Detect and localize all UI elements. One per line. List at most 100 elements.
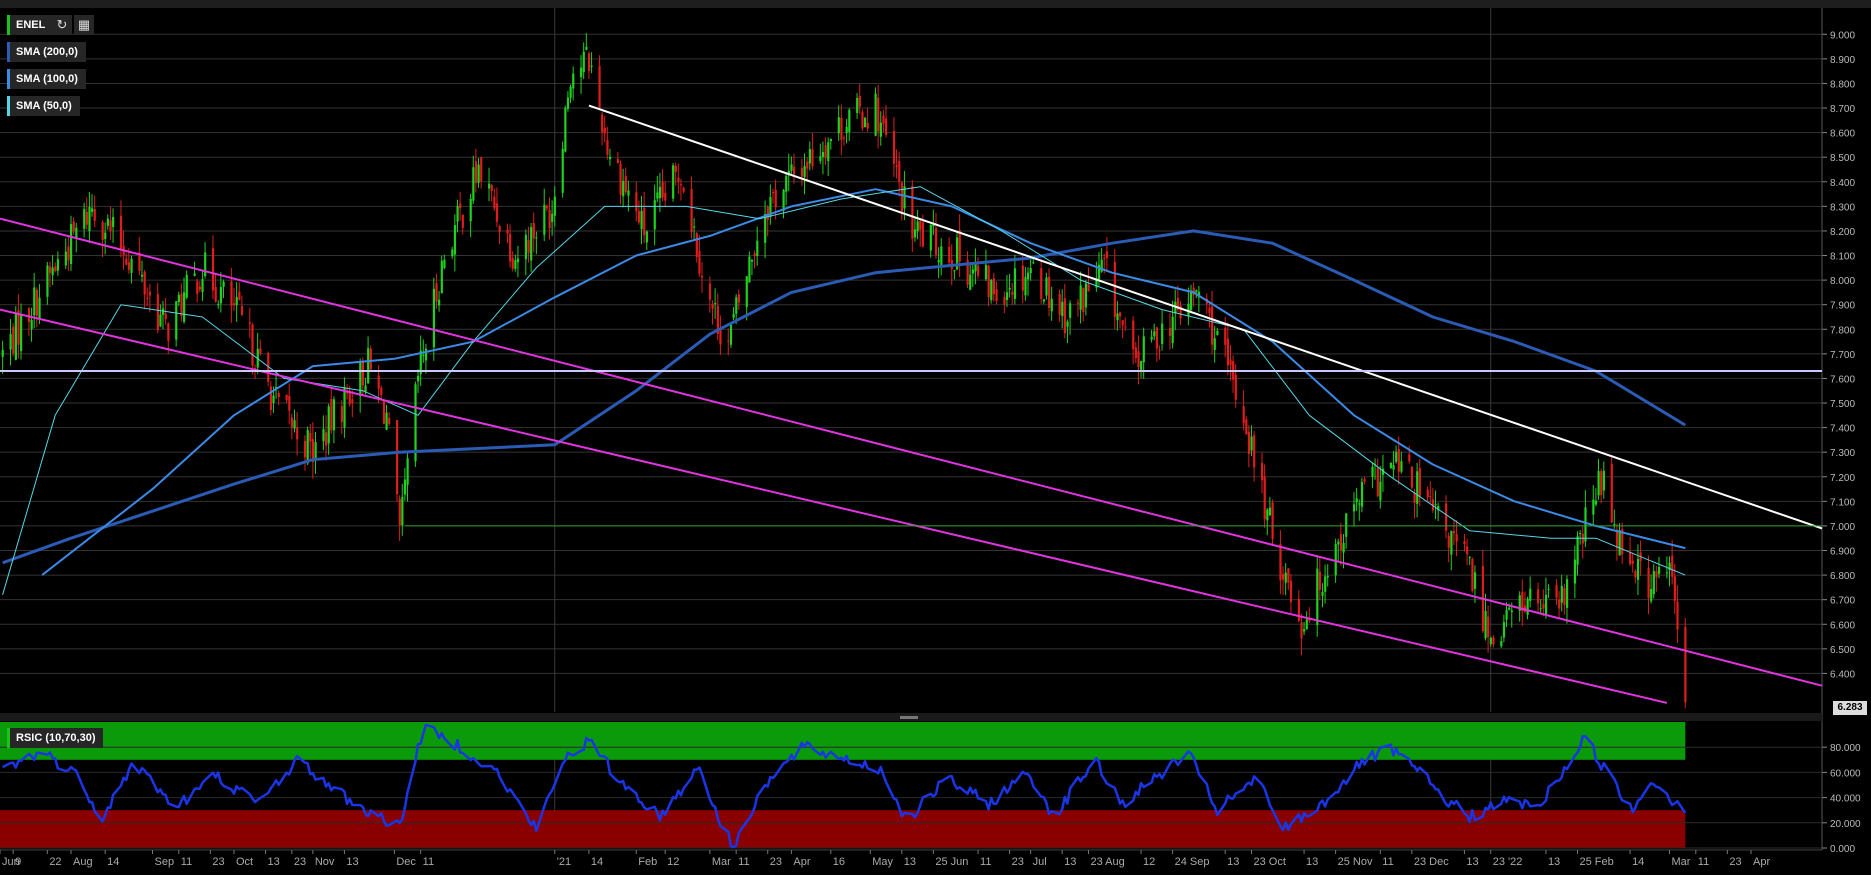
x-tick-label: 13 [1548, 856, 1560, 868]
x-tick-label: 23 Oct [1253, 856, 1285, 868]
x-tick-label: 13 [1227, 856, 1239, 868]
candle-body [1058, 293, 1061, 315]
rsi-label[interactable]: RSIC (10,70,30) [7, 728, 104, 748]
candle-body [1539, 608, 1542, 610]
x-tick-label: Jul [1033, 856, 1047, 868]
sma-100-label[interactable]: SMA (100,0) [7, 69, 86, 89]
candle-body [175, 301, 178, 340]
candle-body [380, 387, 383, 396]
chart-area[interactable]: 9.000 8.900 8.800 8.700 8.600 8.500 8.400 8.300… [0, 0, 1871, 875]
candle-body [714, 303, 717, 305]
candle-body [361, 362, 365, 386]
candle-body [548, 209, 551, 229]
x-tick-label: 25 Jun [935, 856, 968, 868]
candle-body [146, 297, 149, 299]
candle-body [385, 412, 388, 430]
candle-body [33, 287, 36, 316]
candle-body [1410, 466, 1414, 488]
candle-body [1500, 640, 1503, 647]
candle-body [1610, 463, 1613, 523]
sma-line-1 [41, 188, 1686, 576]
candle-body [672, 165, 675, 199]
y-tick-label: 8.800 [1830, 79, 1855, 90]
candle-body [1247, 431, 1251, 454]
candle-body [1155, 327, 1159, 349]
candle-body [91, 208, 94, 212]
candle-body [269, 386, 273, 411]
x-tick-label: 13 [1306, 856, 1318, 868]
candle-body [1287, 568, 1290, 583]
candle-body [30, 320, 33, 330]
candle-body [1602, 470, 1605, 491]
candle-body [1576, 536, 1579, 565]
candle-body [217, 304, 220, 306]
candle-body [748, 256, 751, 283]
x-tick-label: 11 [181, 856, 192, 868]
candle-body [1342, 542, 1345, 553]
candle-body [1360, 481, 1364, 507]
sma-200-label[interactable]: SMA (200,0) [7, 42, 86, 62]
candle-body [240, 306, 244, 316]
candle-body [185, 274, 188, 298]
candle-body [196, 280, 199, 294]
y-tick-label: 8.400 [1830, 178, 1855, 189]
candle-body [974, 264, 977, 272]
candle-body [1134, 347, 1137, 359]
candle-body [201, 279, 204, 293]
x-tick-label: 23 [1729, 856, 1741, 868]
candle-body [1392, 465, 1395, 470]
candle-body [143, 271, 146, 295]
x-tick-label: 23 [1012, 856, 1024, 868]
candle-body [622, 180, 625, 197]
price-chart-svg[interactable]: 9.000 8.900 8.800 8.700 8.600 8.500 8.400 8.300… [0, 0, 1871, 875]
candle-body [9, 334, 12, 350]
candle-body [856, 97, 859, 113]
splitter-grip-icon[interactable] [900, 716, 918, 719]
candle-body [453, 225, 457, 255]
candle-body [230, 281, 233, 306]
candle-body [895, 165, 898, 168]
candle-body [569, 86, 572, 98]
candle-body [211, 248, 215, 291]
candle-body [948, 246, 951, 263]
candle-body [359, 361, 362, 397]
y-tick-label: 8.500 [1830, 153, 1855, 164]
candle-body [1316, 568, 1319, 626]
x-tick-label: 12 [1143, 856, 1155, 868]
candle-body [1253, 435, 1256, 468]
candle-body [1450, 530, 1453, 555]
candle-body [913, 229, 917, 238]
candle-body [845, 126, 848, 134]
candle-body [729, 323, 733, 345]
candle-body [1492, 637, 1495, 645]
candle-body [251, 324, 254, 366]
candle-body [532, 223, 535, 239]
candle-body [1529, 588, 1532, 601]
sma-50-label[interactable]: SMA (50,0) [7, 96, 80, 116]
candle-body [1358, 503, 1361, 505]
refresh-icon[interactable]: ↻ [52, 15, 72, 35]
candle-body [1321, 591, 1324, 596]
candle-body [272, 395, 275, 403]
candle-body [1158, 350, 1161, 352]
candle-body [1026, 272, 1030, 280]
candle-body [351, 399, 354, 403]
candle-body [637, 211, 641, 223]
candle-body [1337, 541, 1340, 545]
candle-body [1266, 509, 1269, 521]
instrument-label[interactable]: ENEL [7, 15, 54, 35]
candle-body [51, 267, 54, 276]
candle-body [495, 203, 499, 222]
candle-body [1245, 419, 1248, 435]
candle-body [590, 65, 593, 67]
candle-body [1153, 331, 1156, 337]
candle-body [140, 274, 144, 277]
candle-body [1216, 330, 1219, 335]
candle-body [1208, 307, 1211, 314]
candle-body [690, 189, 693, 233]
y-tick-label: 6.900 [1830, 547, 1855, 558]
candle-body [735, 297, 738, 314]
calendar-icon[interactable]: ▦ [74, 15, 94, 35]
candle-body [1008, 287, 1011, 290]
y-tick-label: 7.000 [1830, 522, 1855, 533]
